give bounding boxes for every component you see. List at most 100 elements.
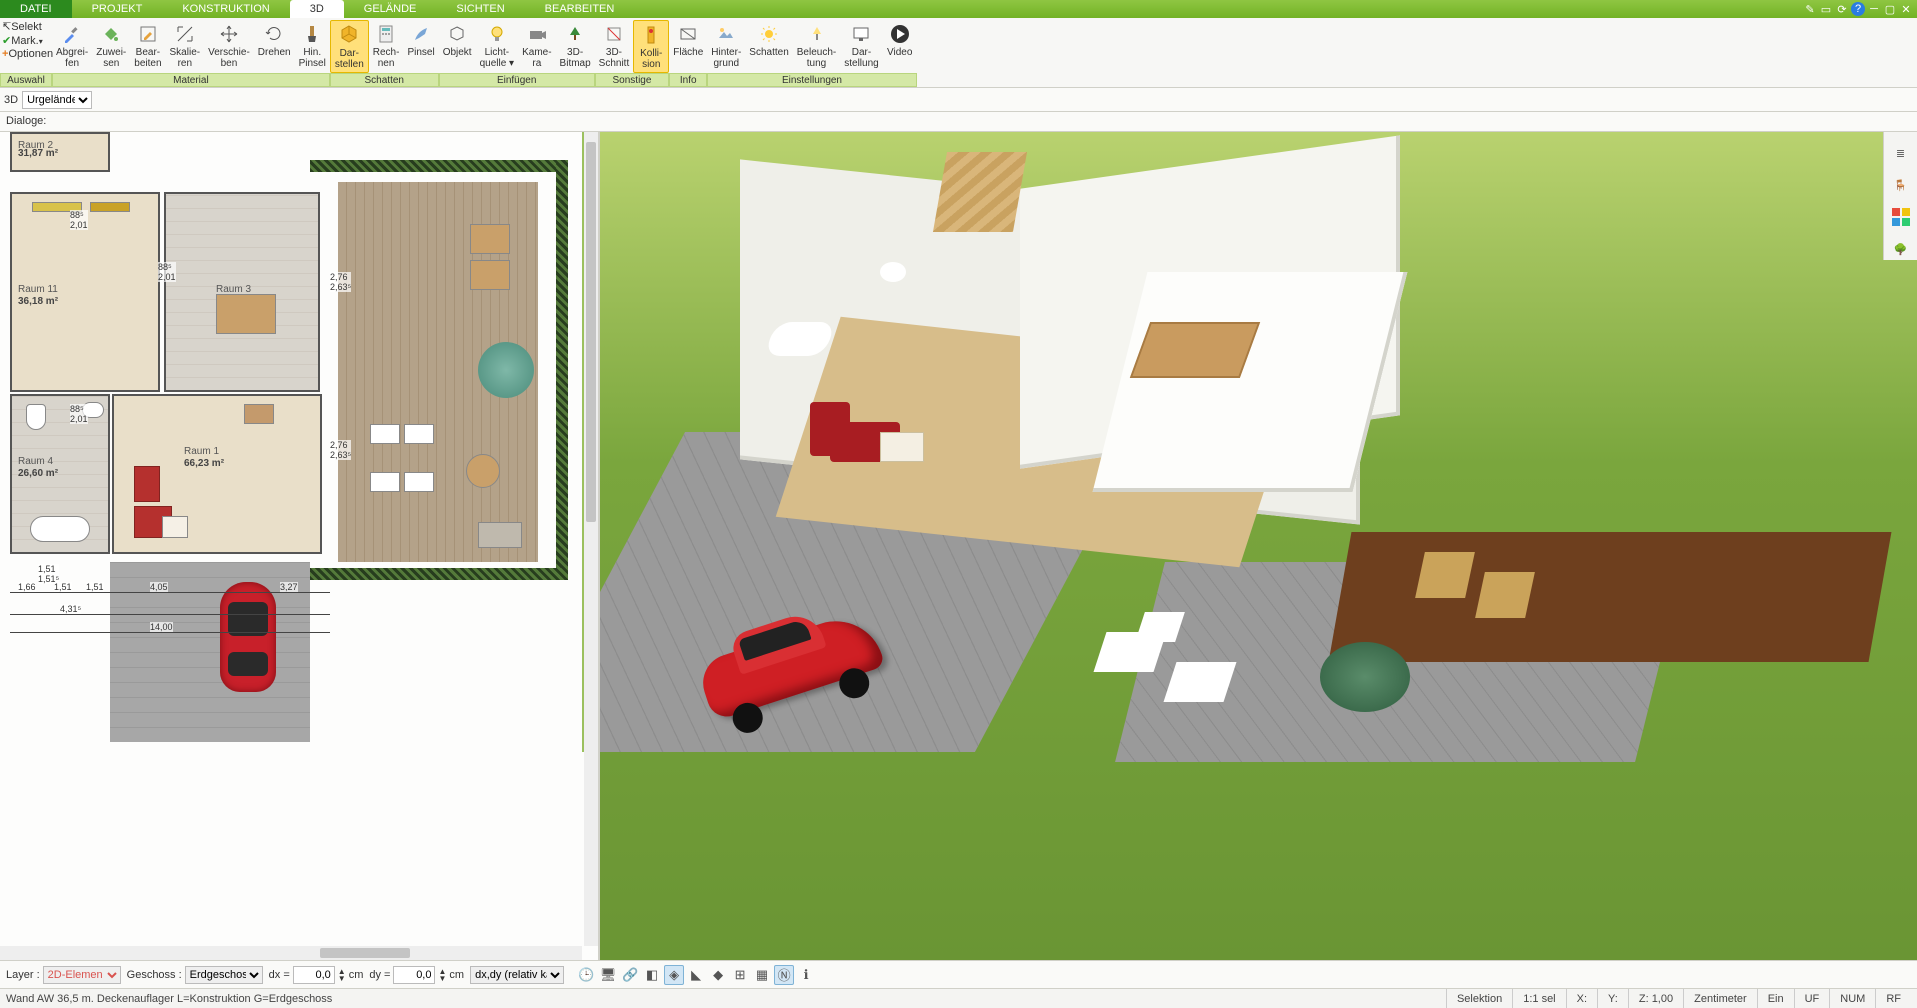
layer-select[interactable]: Urgelände (22, 91, 92, 109)
paint-can-icon (98, 22, 124, 46)
dim-label: 88⁵2,01 (70, 210, 88, 230)
objekt-button[interactable]: Objekt (439, 20, 476, 60)
bearbeiten-button[interactable]: Bear- beiten (130, 20, 165, 71)
room-area: 26,60 m² (18, 468, 58, 479)
pane-3d[interactable]: ≣ 🪑 🌳 (600, 132, 1917, 960)
ribbon-label: Dar- stellung (844, 47, 878, 69)
info-icon[interactable]: ℹ (796, 965, 816, 985)
grid-icon[interactable]: ▦ (752, 965, 772, 985)
status-uf: UF (1794, 989, 1830, 1008)
cut-icon (601, 22, 627, 46)
beleuchtung-button[interactable]: Beleuch- tung (793, 20, 840, 71)
options-button[interactable]: +Optionen (2, 48, 53, 60)
dy-input[interactable] (393, 966, 435, 984)
dim-label: 4,05 (150, 582, 168, 592)
screen-icon[interactable]: ▭ (1819, 2, 1833, 16)
dim-label: 3,27 (280, 582, 298, 592)
area-icon (675, 22, 701, 46)
refresh-icon[interactable]: ⟳ (1835, 2, 1849, 16)
monitor-icon[interactable]: 🖥 (598, 965, 618, 985)
palette-icon[interactable] (1890, 206, 1912, 228)
layer-label: Layer : (6, 969, 40, 981)
tab-konstruktion[interactable]: KONSTRUKTION (162, 0, 289, 18)
flaeche-button[interactable]: Fläche (669, 20, 707, 60)
calc-icon (373, 22, 399, 46)
verschieben-button[interactable]: Verschie- ben (204, 20, 254, 71)
link-icon[interactable]: 🔗 (620, 965, 640, 985)
bg-icon (713, 22, 739, 46)
zuweisen-button[interactable]: Zuwei- sen (92, 20, 130, 71)
tab-gelaende[interactable]: GELÄNDE (344, 0, 437, 18)
hinpinsel-button[interactable]: Hin. Pinsel (295, 20, 330, 71)
group-label: Einstellungen (707, 73, 916, 87)
mark-button[interactable]: ✔Mark.▾ (2, 34, 43, 47)
scrollbar-vertical[interactable] (584, 132, 598, 946)
schnitt-button[interactable]: 3D- Schnitt (595, 20, 634, 71)
ribbon-label: Kolli- sion (640, 48, 662, 70)
check-icon: ✔ (2, 35, 11, 47)
group-label: Info (669, 73, 707, 87)
video-button[interactable]: Video (883, 20, 917, 60)
group-auswahl: Auswahl (0, 73, 52, 87)
kollision-button[interactable]: Kolli- sion (633, 20, 669, 73)
group-label: Material (52, 73, 330, 87)
clock-icon[interactable]: 🕒 (576, 965, 596, 985)
chair-icon[interactable]: 🪑 (1890, 174, 1912, 196)
pane-2d[interactable]: Raum 2 31,87 m² Raum 11 36,18 m² Raum 3 … (0, 132, 600, 960)
status-z: Z: 1,00 (1628, 989, 1683, 1008)
snap1-icon[interactable]: ◧ (642, 965, 662, 985)
ribbon-label: Hin. Pinsel (299, 47, 326, 69)
tab-bearbeiten[interactable]: BEARBEITEN (525, 0, 635, 18)
status-selektion: Selektion (1446, 989, 1512, 1008)
dx-input[interactable] (293, 966, 335, 984)
select-button[interactable]: ↸Selekt (2, 20, 42, 33)
dim-label: 88⁵2,01 (70, 404, 88, 424)
tab-3d[interactable]: 3D (290, 0, 344, 18)
geschoss-dropdown[interactable]: Erdgeschos (185, 966, 263, 984)
hintergrund-button[interactable]: Hinter- grund (707, 20, 745, 71)
room-label: Raum 1 (184, 446, 219, 457)
coord-mode-dropdown[interactable]: dx,dy (relativ ka (470, 966, 564, 984)
close-icon[interactable]: ✕ (1899, 2, 1913, 16)
schatten2-button[interactable]: Schatten (745, 20, 792, 60)
tree-flat-icon[interactable]: 🌳 (1890, 238, 1912, 260)
pinsel-button[interactable]: Pinsel (403, 20, 438, 60)
scrollbar-horizontal[interactable] (0, 946, 582, 960)
snap-ortho-icon[interactable]: ◆ (708, 965, 728, 985)
darstellung-button[interactable]: Dar- stellung (840, 20, 882, 71)
licht-button[interactable]: Licht- quelle ▾ (476, 20, 519, 71)
north-icon[interactable]: Ⓝ (774, 965, 794, 985)
snap-angle-icon[interactable]: ◣ (686, 965, 706, 985)
pencil-icon[interactable]: ✎ (1803, 2, 1817, 16)
eyedropper-icon (59, 22, 85, 46)
darstellen-button[interactable]: Dar- stellen (330, 20, 369, 73)
dim-label: 2,762,63⁵ (330, 272, 351, 292)
bitmap-button[interactable]: 3D- Bitmap (556, 20, 595, 71)
status-ein: Ein (1757, 989, 1794, 1008)
tab-projekt[interactable]: PROJEKT (72, 0, 163, 18)
rotate-icon (261, 22, 287, 46)
layer-dropdown[interactable]: 2D-Elemen (43, 966, 121, 984)
skalieren-button[interactable]: Skalie- ren (166, 20, 205, 71)
brush-icon (299, 22, 325, 46)
minimize-icon[interactable]: ─ (1867, 2, 1881, 16)
kamera-button[interactable]: Kame- ra (518, 20, 555, 71)
status-rf: RF (1875, 989, 1911, 1008)
ribbon-label: Abgrei- fen (56, 47, 88, 69)
dim-label: 1,66 (18, 582, 36, 592)
layers-icon[interactable]: ≣ (1890, 142, 1912, 164)
group-label: Sonstige (595, 73, 670, 87)
help-icon[interactable]: ? (1851, 2, 1865, 16)
camera-icon (524, 22, 550, 46)
tab-datei[interactable]: DATEI (0, 0, 72, 18)
drehen-button[interactable]: Drehen (254, 20, 295, 60)
abgreifen-button[interactable]: Abgrei- fen (52, 20, 92, 71)
rechnen-button[interactable]: Rech- nen (369, 20, 404, 71)
snap2-icon[interactable]: ◈ (664, 965, 684, 985)
tab-sichten[interactable]: SICHTEN (436, 0, 524, 18)
snap-mid-icon[interactable]: ⊞ (730, 965, 750, 985)
ribbon-label: Hinter- grund (711, 47, 741, 69)
ribbon: ↸Selekt ✔Mark.▾ +Optionen Auswahl Abgrei… (0, 18, 1917, 88)
maximize-icon[interactable]: ▢ (1883, 2, 1897, 16)
right-panel: ≣ 🪑 🌳 (1883, 132, 1917, 260)
